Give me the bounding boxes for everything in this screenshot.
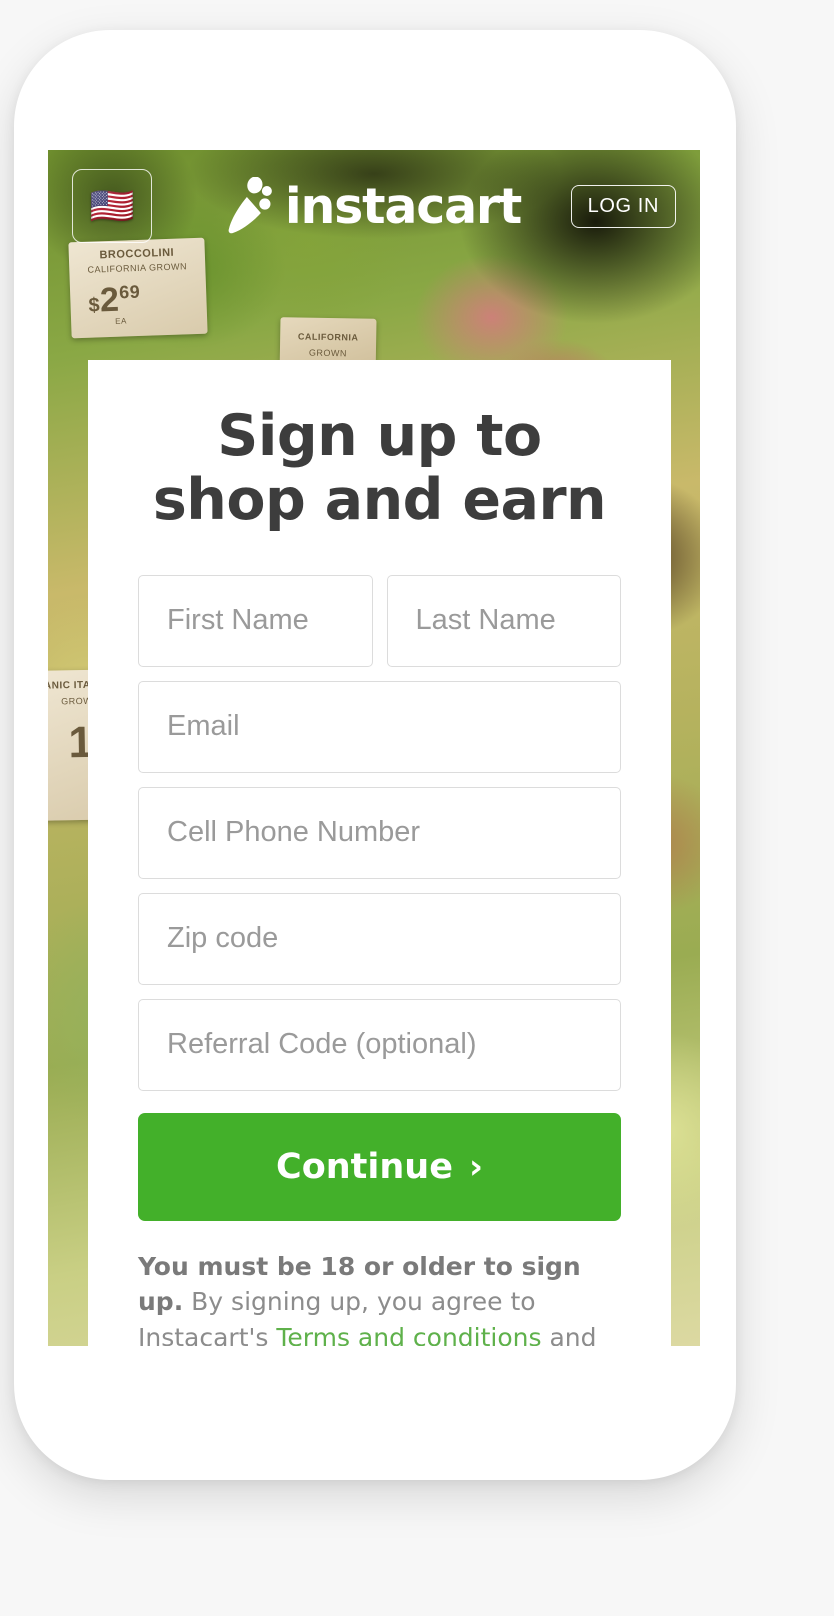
zip-code-input[interactable]: Zip code (138, 892, 621, 985)
email-input[interactable]: Email (138, 680, 621, 773)
signup-card: Sign up to shop and earn First Name Last… (88, 360, 671, 1346)
instacart-logo: instacart (227, 177, 522, 235)
terms-and-conditions-link[interactable]: Terms and conditions (276, 1323, 541, 1346)
continue-button[interactable]: Continue › (138, 1112, 621, 1221)
first-name-input[interactable]: First Name (138, 574, 373, 667)
last-name-placeholder: Last Name (415, 604, 556, 637)
instacart-wordmark: instacart (284, 177, 522, 235)
us-flag-icon: 🇺🇸 (89, 185, 135, 226)
referral-code-input[interactable]: Referral Code (optional) (138, 998, 621, 1091)
country-selector-button[interactable]: 🇺🇸 (72, 169, 152, 243)
login-button[interactable]: LOG IN (570, 184, 676, 228)
last-name-input[interactable]: Last Name (386, 574, 621, 667)
app-screen: BROCCOLINI CALIFORNIA GROWN $269 EA ANIC… (48, 150, 700, 1346)
name-field-row: First Name Last Name (138, 574, 621, 681)
cell-phone-placeholder: Cell Phone Number (167, 816, 421, 849)
cell-phone-input[interactable]: Cell Phone Number (138, 786, 621, 879)
zip-code-placeholder: Zip code (167, 922, 279, 955)
email-placeholder: Email (167, 710, 240, 743)
carrot-logo-icon (228, 177, 272, 234)
first-name-placeholder: First Name (167, 604, 309, 637)
continue-button-label: Continue (276, 1146, 453, 1187)
legal-disclaimer: You must be 18 or older to sign up. By s… (138, 1249, 621, 1346)
app-header: 🇺🇸 instacart LOG IN (48, 150, 700, 262)
referral-code-placeholder: Referral Code (optional) (167, 1028, 477, 1061)
chevron-right-icon: › (468, 1146, 483, 1187)
page-title: Sign up to shop and earn (152, 403, 607, 534)
